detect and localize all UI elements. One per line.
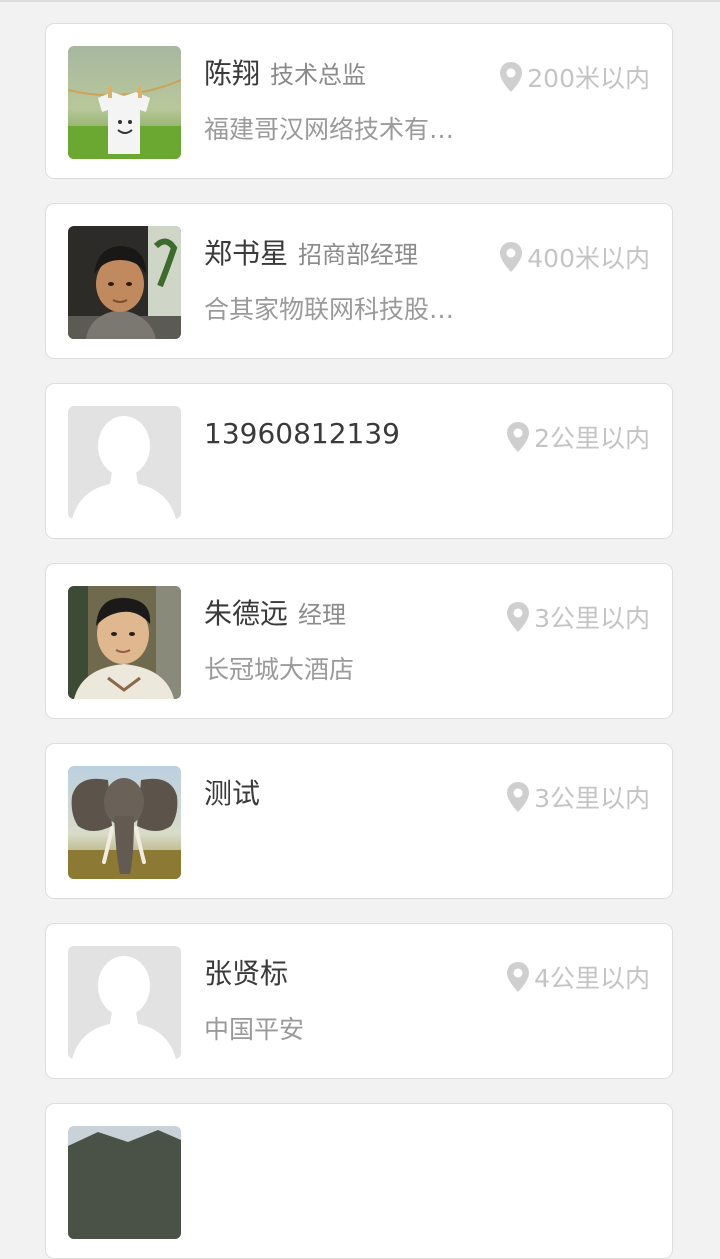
name-row: 陈翔 技术总监: [204, 54, 494, 94]
elephant-photo: [68, 766, 181, 879]
distance: 2公里以内: [506, 419, 650, 455]
contact-title: 技术总监: [270, 61, 367, 89]
location-pin-icon: [500, 62, 523, 92]
man-portrait-photo: [68, 226, 181, 339]
location-pin-icon: [500, 242, 523, 272]
distance: 400米以内: [499, 239, 650, 275]
distance: 3公里以内: [506, 779, 650, 815]
distance-text: 400米以内: [527, 244, 650, 273]
name-row: 朱德远 经理: [204, 594, 494, 634]
contact-title: 经理: [298, 601, 347, 629]
contact-card-3[interactable]: 朱德远 经理 长冠城大酒店 3公里以内: [45, 563, 673, 719]
distance: 4公里以内: [506, 959, 650, 995]
avatar: [68, 766, 181, 879]
location-pin-icon: [507, 422, 530, 452]
avatar: [68, 406, 181, 519]
distance: 3公里以内: [506, 599, 650, 635]
location-pin-icon: [507, 782, 530, 812]
laundry-tshirt-photo: [68, 46, 181, 159]
landscape-photo: [68, 1126, 181, 1239]
name-row: 测试: [204, 774, 494, 814]
contact-name: 测试: [204, 777, 261, 810]
contact-card-4[interactable]: 测试 3公里以内: [45, 743, 673, 899]
distance-text: 3公里以内: [534, 784, 650, 813]
contact-card-2[interactable]: 13960812139 2公里以内: [45, 383, 673, 539]
contact-name: 郑书星: [204, 237, 289, 270]
contact-company: 中国平安: [204, 1015, 305, 1044]
young-man-photo: [68, 586, 181, 699]
distance-text: 200米以内: [527, 64, 650, 93]
default-avatar-icon: [68, 946, 181, 1059]
top-divider: [0, 0, 720, 2]
distance-text: 4公里以内: [534, 964, 650, 993]
contact-card-partial[interactable]: [45, 1103, 673, 1259]
contact-name: 朱德远: [204, 597, 289, 630]
contact-title: 招商部经理: [298, 241, 419, 269]
contact-company: 福建哥汉网络技术有…: [204, 115, 455, 144]
contact-company: 长冠城大酒店: [204, 655, 355, 684]
contact-name: 张贤标: [204, 957, 289, 990]
default-avatar-icon: [68, 406, 181, 519]
contact-name: 陈翔: [204, 57, 261, 90]
avatar: [68, 1126, 181, 1239]
distance-text: 3公里以内: [534, 604, 650, 633]
contact-name: 13960812139: [204, 417, 400, 450]
avatar: [68, 46, 181, 159]
distance-text: 2公里以内: [534, 424, 650, 453]
avatar: [68, 586, 181, 699]
contact-card-1[interactable]: 郑书星 招商部经理 合其家物联网科技股… 400米以内: [45, 203, 673, 359]
name-row: 张贤标: [204, 954, 494, 994]
name-row: 郑书星 招商部经理: [204, 234, 494, 274]
contact-card-0[interactable]: 陈翔 技术总监 福建哥汉网络技术有… 200米以内: [45, 23, 673, 179]
location-pin-icon: [507, 602, 530, 632]
name-row: 13960812139: [204, 414, 494, 454]
contact-company: 合其家物联网科技股…: [204, 295, 455, 324]
contact-card-5[interactable]: 张贤标 中国平安 4公里以内: [45, 923, 673, 1079]
avatar: [68, 946, 181, 1059]
location-pin-icon: [507, 962, 530, 992]
distance: 200米以内: [499, 59, 650, 95]
avatar: [68, 226, 181, 339]
